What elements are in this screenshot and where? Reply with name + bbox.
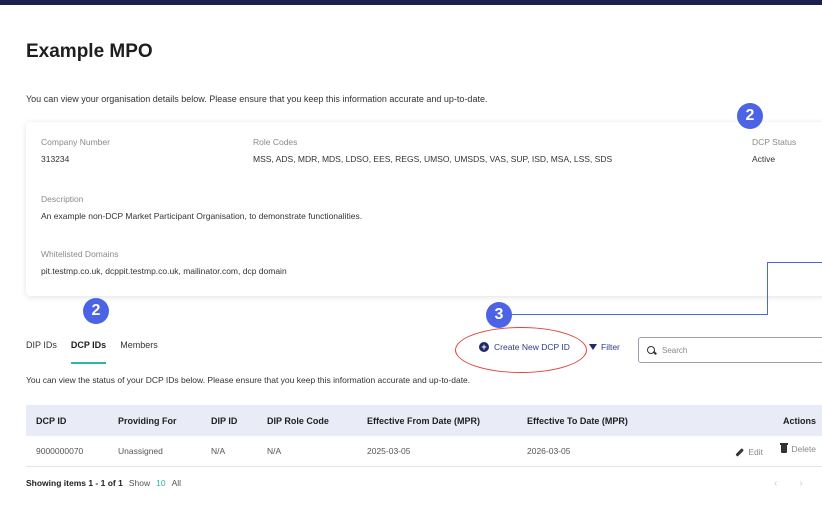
pagination: ‹ › <box>774 478 803 489</box>
company-number-label: Company Number <box>41 137 110 147</box>
table-description: You can view the status of your DCP IDs … <box>26 375 471 385</box>
column-header-dip-id: DIP ID <box>201 405 257 436</box>
column-header-effective-from: Effective From Date (MPR) <box>357 405 517 436</box>
dcp-status-label: DCP Status <box>752 137 797 147</box>
description-value: An example non-DCP Market Participant Or… <box>41 211 363 221</box>
cell-effective-to: 2026-03-05 <box>517 436 687 467</box>
column-header-dip-role-code: DIP Role Code <box>257 405 357 436</box>
organisation-details-card: Company Number 313234 Role Codes MSS, AD… <box>26 122 822 296</box>
search-icon <box>647 345 656 355</box>
filter-label: Filter <box>601 342 620 352</box>
search-box <box>638 337 822 363</box>
column-header-dcp-id: DCP ID <box>26 405 108 436</box>
page-intro: You can view your organisation details b… <box>26 94 488 104</box>
next-page-button[interactable]: › <box>799 478 802 489</box>
cell-dcp-id: 9000000070 <box>26 436 108 467</box>
delete-label: Delete <box>791 444 816 455</box>
plus-circle-icon: + <box>479 342 489 352</box>
cell-providing-for: Unassigned <box>108 436 201 467</box>
show-label: Show <box>128 478 151 488</box>
dcp-status-value: Active <box>752 154 776 164</box>
filter-icon <box>589 344 597 350</box>
edit-button[interactable]: Edit <box>735 447 763 457</box>
column-header-providing-for: Providing For <box>108 405 201 436</box>
annotation-badge-create: 3 <box>486 302 512 328</box>
description-label: Description <box>41 194 84 204</box>
trash-icon <box>780 443 789 454</box>
dcp-ids-table: DCP ID Providing For DIP ID DIP Role Cod… <box>26 405 822 467</box>
cell-actions: Edit Delete <box>687 436 822 467</box>
table-header-row: DCP ID Providing For DIP ID DIP Role Cod… <box>26 405 822 436</box>
showing-items-text: Showing items 1 - 1 of 1 <box>26 478 123 488</box>
company-number-value: 313234 <box>41 154 70 164</box>
page-size-all[interactable]: All <box>172 478 181 488</box>
column-header-effective-to: Effective To Date (MPR) <box>517 405 687 436</box>
previous-page-button[interactable]: ‹ <box>774 478 777 489</box>
cell-dip-id: N/A <box>201 436 257 467</box>
delete-button[interactable]: Delete <box>780 443 816 455</box>
annotation-connector-horizontal <box>512 314 767 315</box>
annotation-connector-vertical <box>767 262 768 315</box>
whitelisted-domains-value: pit.testmp.co.uk, dcppit.testmp.co.uk, m… <box>41 266 287 276</box>
role-codes-value: MSS, ADS, MDR, MDS, LDSO, EES, REGS, UMS… <box>253 154 613 164</box>
page-title: Example MPO <box>26 41 153 62</box>
cell-effective-from: 2025-03-05 <box>357 436 517 467</box>
tab-dip-ids[interactable]: DIP IDs <box>26 340 57 364</box>
filter-button[interactable]: Filter <box>589 342 620 352</box>
tab-members[interactable]: Members <box>120 340 158 364</box>
edit-label: Edit <box>748 447 764 458</box>
table-row: 9000000070 Unassigned N/A N/A 2025-03-05… <box>26 436 822 467</box>
role-codes-label: Role Codes <box>253 137 298 147</box>
annotation-connector-top <box>767 262 822 263</box>
page-size-10[interactable]: 10 <box>156 478 165 488</box>
create-new-dcp-id-button[interactable]: + Create New DCP ID <box>479 342 570 352</box>
cell-dip-role-code: N/A <box>257 436 357 467</box>
whitelisted-domains-label: Whitelisted Domains <box>41 249 119 259</box>
annotation-badge-tabs: 2 <box>83 298 109 324</box>
column-header-actions: Actions <box>687 405 822 436</box>
create-new-dcp-id-label: Create New DCP ID <box>494 342 570 352</box>
annotation-badge-status: 2 <box>737 103 763 129</box>
tab-dcp-ids[interactable]: DCP IDs <box>70 340 107 364</box>
id-tabs: DIP IDs DCP IDs Members <box>26 340 158 364</box>
pencil-icon <box>735 448 744 457</box>
search-input[interactable] <box>662 345 812 355</box>
table-footer: Showing items 1 - 1 of 1 Show 10 All <box>26 478 181 488</box>
